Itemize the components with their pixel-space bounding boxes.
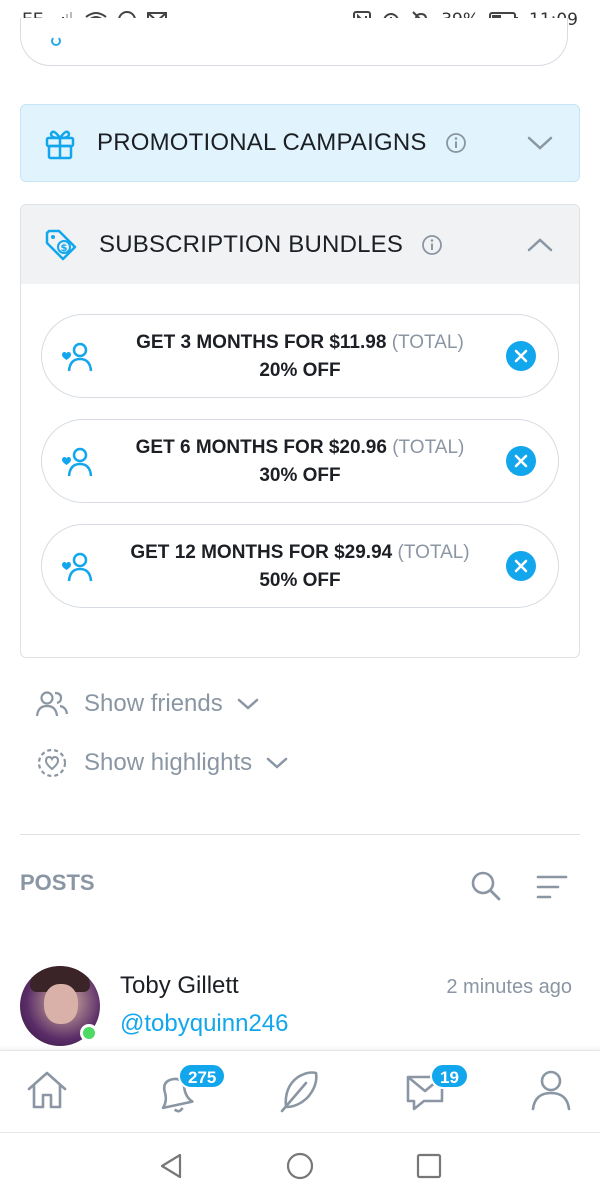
system-navigation-bar: [0, 1132, 600, 1200]
bundle-item[interactable]: GET 6 MONTHS FOR $20.96 (TOTAL) 30% OFF: [41, 419, 559, 503]
author-name[interactable]: Toby Gillett: [120, 972, 239, 1000]
author-handle[interactable]: @tobyquinn246: [120, 1010, 289, 1038]
divider: [20, 834, 580, 835]
chevron-down-icon: [237, 698, 258, 710]
bottom-navigation: 275 19: [0, 1050, 600, 1132]
search-icon[interactable]: [470, 870, 502, 902]
nav-notifications[interactable]: 275: [150, 1063, 227, 1117]
bundle-total: (TOTAL): [397, 542, 470, 563]
info-icon[interactable]: [445, 132, 467, 154]
messages-badge: 19: [430, 1063, 469, 1089]
bundle-total: (TOTAL): [392, 437, 465, 458]
user-heart-icon: [62, 552, 93, 582]
profile-icon: [531, 1070, 571, 1111]
close-icon: [514, 559, 528, 573]
user-heart-icon: [62, 342, 93, 372]
subscription-bundles-section: $ SUBSCRIPTION BUNDLES GET 3 MONTHS FOR …: [20, 204, 580, 658]
nav-messages[interactable]: 19: [402, 1063, 469, 1117]
svg-text:$: $: [61, 243, 68, 254]
partial-icon: [51, 36, 61, 46]
show-friends-toggle[interactable]: Show friends: [36, 690, 259, 718]
post-timestamp: 2 minutes ago: [446, 976, 572, 998]
nav-profile[interactable]: [528, 1067, 578, 1117]
price-tag-icon: $: [45, 229, 77, 260]
bundle-total: (TOTAL): [391, 332, 464, 353]
promotional-campaigns-title: PROMOTIONAL CAMPAIGNS: [97, 129, 427, 156]
close-icon: [514, 349, 528, 363]
back-icon[interactable]: [156, 1151, 186, 1181]
bundle-item[interactable]: GET 3 MONTHS FOR $11.98 (TOTAL) 20% OFF: [41, 314, 559, 398]
bundle-discount: 50% OFF: [259, 570, 341, 591]
bundle-label: GET 12 MONTHS FOR $29.94: [130, 542, 393, 563]
chevron-down-icon: [266, 757, 288, 769]
nav-explore[interactable]: [276, 1067, 326, 1117]
posts-title: POSTS: [20, 870, 95, 895]
show-friends-label: Show friends: [84, 690, 223, 717]
show-highlights-label: Show highlights: [84, 749, 253, 776]
partial-card-scrolled: [20, 18, 568, 66]
bundle-text: GET 6 MONTHS FOR $20.96 (TOTAL) 30% OFF: [98, 434, 502, 490]
notifications-badge: 275: [178, 1063, 227, 1089]
highlights-icon: [37, 748, 67, 778]
recents-icon[interactable]: [414, 1151, 444, 1181]
bundle-label: GET 3 MONTHS FOR $11.98: [136, 332, 387, 353]
remove-bundle-button[interactable]: [506, 446, 536, 476]
close-icon: [514, 454, 528, 468]
bundle-discount: 20% OFF: [259, 360, 341, 381]
bundle-label: GET 6 MONTHS FOR $20.96: [135, 437, 387, 458]
remove-bundle-button[interactable]: [506, 341, 536, 371]
home-icon: [27, 1071, 67, 1109]
remove-bundle-button[interactable]: [506, 551, 536, 581]
promotional-campaigns-header[interactable]: PROMOTIONAL CAMPAIGNS: [20, 104, 580, 182]
home-circle-icon[interactable]: [285, 1151, 315, 1181]
bundle-text: GET 12 MONTHS FOR $29.94 (TOTAL) 50% OFF: [98, 539, 502, 595]
friends-icon: [36, 691, 68, 717]
subscription-bundles-header[interactable]: $ SUBSCRIPTION BUNDLES: [21, 205, 579, 284]
gift-icon: [45, 130, 75, 160]
sort-icon[interactable]: [536, 873, 568, 901]
feather-icon: [280, 1071, 318, 1113]
subscription-bundles-title: SUBSCRIPTION BUNDLES: [99, 230, 404, 258]
chevron-up-icon[interactable]: [527, 237, 553, 253]
bundle-item[interactable]: GET 12 MONTHS FOR $29.94 (TOTAL) 50% OFF: [41, 524, 559, 608]
nav-home[interactable]: [24, 1067, 74, 1117]
bundle-discount: 30% OFF: [259, 465, 341, 486]
user-heart-icon: [62, 447, 93, 477]
chevron-down-icon[interactable]: [527, 135, 553, 151]
bundle-text: GET 3 MONTHS FOR $11.98 (TOTAL) 20% OFF: [98, 329, 502, 385]
online-status-dot: [80, 1024, 98, 1042]
show-highlights-toggle[interactable]: Show highlights: [36, 747, 288, 779]
info-icon[interactable]: [421, 234, 443, 256]
